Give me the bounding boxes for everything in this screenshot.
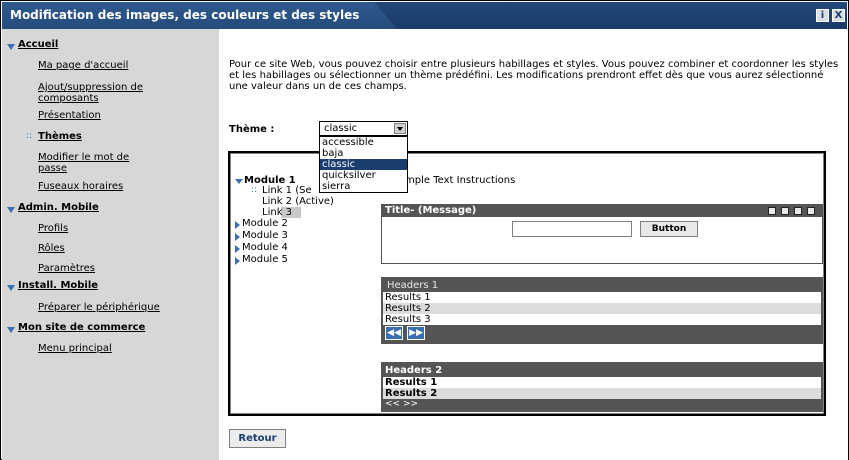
expand-arrow-icon <box>235 245 240 253</box>
current-marker-icon: :: <box>251 185 258 195</box>
retour-button[interactable]: Retour <box>229 429 286 448</box>
sample-button[interactable]: Button <box>640 221 698 237</box>
table-row: Results 1 <box>385 292 431 303</box>
theme-select[interactable]: classic <box>319 121 408 136</box>
table-row: Results 1 <box>385 377 438 388</box>
window-title: Modification des images, des couleurs et… <box>10 8 360 22</box>
sidebar-item-mot-de-passe-cont[interactable]: passe <box>38 163 67 174</box>
theme-option-baja[interactable]: baja <box>320 148 407 159</box>
sidebar-item-ma-page[interactable]: Ma page d'accueil <box>38 60 128 71</box>
sample-table-1: Headers 1 Results 1 Results 2 Results 3 … <box>381 277 823 344</box>
info-icon[interactable]: i <box>816 9 829 22</box>
table-row: Results 3 <box>385 314 431 325</box>
theme-option-quicksilver[interactable]: quicksilver <box>320 170 407 181</box>
close-icon[interactable] <box>807 207 815 215</box>
sidebar-item-mot-de-passe[interactable]: Modifier le mot de <box>38 152 129 163</box>
collapse-arrow-icon[interactable] <box>7 207 15 213</box>
theme-preview: Module 1 :: Link 1 (Se Link 2 (Active) L… <box>228 151 826 416</box>
theme-option-classic[interactable]: classic <box>320 159 407 170</box>
pager[interactable]: << >> <box>383 399 821 410</box>
collapse-arrow-icon[interactable] <box>7 327 15 333</box>
preview-module-5[interactable]: Module 5 <box>242 254 288 265</box>
chevron-down-icon[interactable] <box>394 123 406 134</box>
theme-label: Thème : <box>229 124 275 135</box>
sidebar-item-roles[interactable]: Rôles <box>38 243 65 254</box>
preview-module-4[interactable]: Module 4 <box>242 242 288 253</box>
sidebar-section-accueil[interactable]: Accueil <box>18 39 58 50</box>
previous-page-icon[interactable]: ◀◀ <box>385 326 403 340</box>
preview-module-2[interactable]: Module 2 <box>242 218 288 229</box>
sidebar: Accueil Ma page d'accueil Ajout/suppress… <box>2 29 219 460</box>
sidebar-item-themes[interactable]: Thèmes <box>38 131 82 142</box>
sidebar-item-ajout-cont[interactable]: composants <box>38 93 99 104</box>
next-page-icon[interactable]: ▶▶ <box>407 326 425 340</box>
sidebar-item-fuseaux[interactable]: Fuseaux horaires <box>38 181 123 192</box>
sidebar-item-ajout[interactable]: Ajout/suppression de <box>38 82 143 93</box>
collapse-arrow-icon[interactable] <box>7 44 15 50</box>
theme-option-accessible[interactable]: accessible <box>320 137 407 148</box>
close-icon[interactable]: X <box>832 9 845 22</box>
sample-table-2: Headers 2 Results 1 Results 2 << >> <box>381 362 823 412</box>
sidebar-item-menu-principal[interactable]: Menu principal <box>38 343 112 354</box>
maximize-icon[interactable] <box>794 207 802 215</box>
preview-link-3[interactable]: Link 3 <box>262 207 292 218</box>
main-content: Pour ce site Web, vous pouvez choisir en… <box>219 29 848 460</box>
sidebar-section-admin-mobile[interactable]: Admin. Mobile <box>18 202 99 213</box>
theme-option-sierra[interactable]: sierra <box>320 181 407 192</box>
expand-arrow-icon <box>235 179 243 184</box>
table-row: Results 2 <box>383 388 821 399</box>
table-row: Results 2 <box>383 303 821 314</box>
portlet-title: Title- (Message) <box>385 205 477 216</box>
sidebar-section-install-mobile[interactable]: Install. Mobile <box>18 280 98 291</box>
app-window: Modification des images, des couleurs et… <box>0 0 849 460</box>
table-header: Headers 2 <box>383 364 821 377</box>
title-bar: Modification des images, des couleurs et… <box>2 2 847 29</box>
theme-select-value: classic <box>324 123 358 134</box>
theme-dropdown-list: accessible baja classic quicksilver sier… <box>319 136 408 193</box>
preview-link-1[interactable]: Link 1 (Se <box>262 185 312 196</box>
minimize-icon[interactable] <box>781 207 789 215</box>
table-header: Headers 1 <box>383 279 821 292</box>
edit-icon[interactable] <box>768 207 776 215</box>
sidebar-item-parametres[interactable]: Paramètres <box>38 263 95 274</box>
sidebar-item-preparer[interactable]: Préparer le périphérique <box>38 302 160 313</box>
sidebar-item-profils[interactable]: Profils <box>38 223 68 234</box>
preview-link-2[interactable]: Link 2 (Active) <box>262 196 334 207</box>
preview-module-3[interactable]: Module 3 <box>242 230 288 241</box>
sample-portlet: Title- (Message) Button <box>381 204 823 264</box>
sidebar-section-commerce[interactable]: Mon site de commerce <box>18 322 145 333</box>
collapse-arrow-icon[interactable] <box>7 285 15 291</box>
expand-arrow-icon <box>235 233 240 241</box>
expand-arrow-icon <box>235 257 240 265</box>
sidebar-item-presentation[interactable]: Présentation <box>38 110 101 121</box>
current-marker-icon: :: <box>26 131 33 141</box>
sample-text-input[interactable] <box>512 221 632 237</box>
expand-arrow-icon <box>235 221 240 229</box>
page-description: Pour ce site Web, vous pouvez choisir en… <box>229 59 839 92</box>
